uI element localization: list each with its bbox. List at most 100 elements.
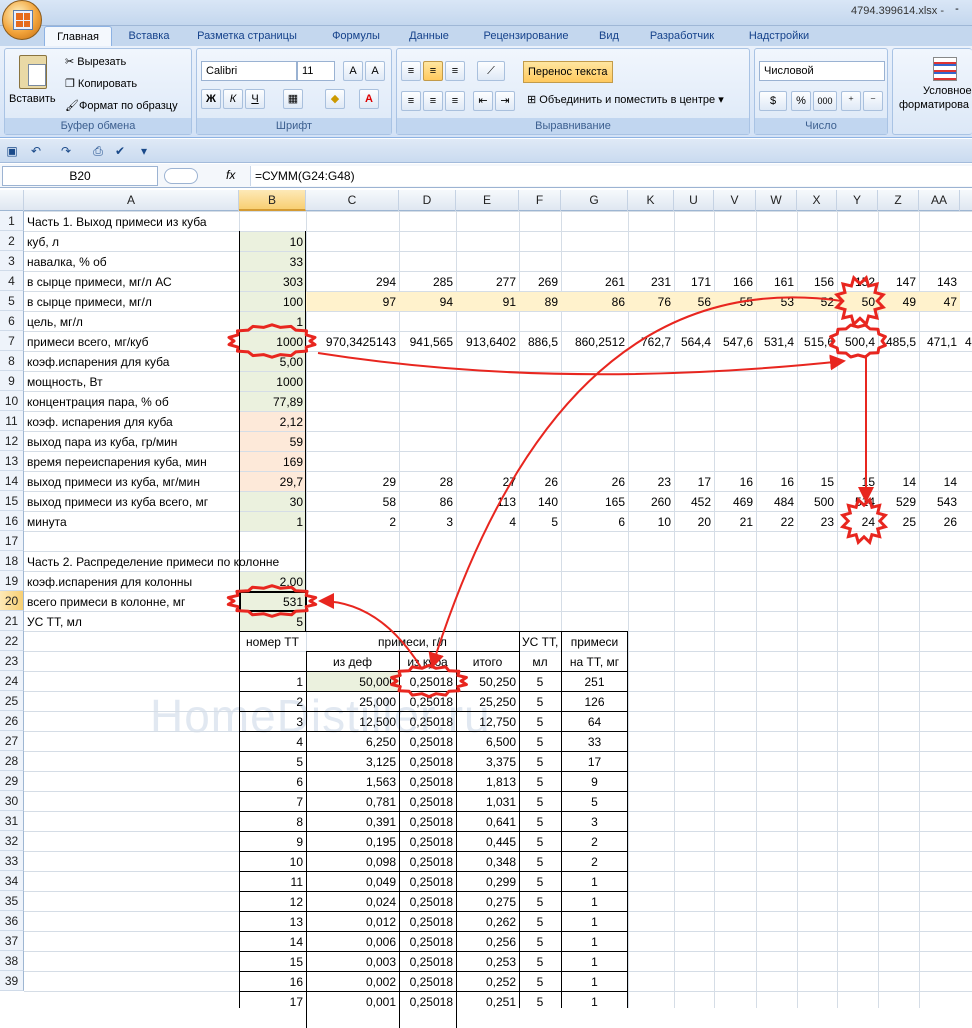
row-header-8[interactable]: 8	[0, 351, 24, 371]
cell-C16[interactable]: 2	[306, 512, 399, 532]
cell-U5[interactable]: 56	[674, 292, 714, 312]
formula-input[interactable]: =СУММ(G24:G48)	[250, 166, 972, 186]
tab-2[interactable]: Разметка страницы	[184, 26, 310, 46]
cell-V15[interactable]: 469	[714, 492, 756, 512]
cell-X15[interactable]: 500	[797, 492, 837, 512]
column-header-F[interactable]: F	[519, 190, 561, 211]
customize-toolbar-icon[interactable]: ▾	[136, 143, 152, 159]
grow-font-button[interactable]: A	[343, 61, 363, 81]
row-header-24[interactable]: 24	[0, 671, 24, 691]
cell-A13[interactable]: время переиспарения куба, мин	[24, 452, 239, 472]
row-header-2[interactable]: 2	[0, 231, 24, 251]
cell-X16[interactable]: 23	[797, 512, 837, 532]
increase-decimal-icon[interactable]: ⁺	[841, 91, 861, 111]
cell-A14[interactable]: выход примеси из куба, мг/мин	[24, 472, 239, 492]
cell-X5[interactable]: 52	[797, 292, 837, 312]
cell-K14[interactable]: 23	[628, 472, 674, 492]
cell-K15[interactable]: 260	[628, 492, 674, 512]
align-middle-icon[interactable]: ≡	[423, 61, 443, 81]
column-header-G[interactable]: G	[561, 190, 628, 211]
font-name-select[interactable]: Calibri	[201, 61, 297, 81]
paste-icon[interactable]	[19, 55, 47, 89]
cut-button[interactable]: ✂ Вырезать	[65, 55, 126, 68]
select-all-corner[interactable]	[0, 190, 24, 211]
cell-V5[interactable]: 55	[714, 292, 756, 312]
cell-F5[interactable]: 89	[519, 292, 561, 312]
conditional-format-label-2[interactable]: форматирова	[899, 99, 969, 111]
cell-A2[interactable]: куб, л	[24, 232, 239, 252]
cell-A4[interactable]: в сырце примеси, мг/л АС	[24, 272, 239, 292]
wrap-text-button[interactable]: Перенос текста	[523, 61, 613, 83]
cell-Y16[interactable]: 24	[837, 512, 878, 532]
row-header-38[interactable]: 38	[0, 951, 24, 971]
cell-Z14[interactable]: 14	[878, 472, 919, 492]
cell-G4[interactable]: 261	[561, 272, 628, 292]
cell-F15[interactable]: 140	[519, 492, 561, 512]
cell-Y4[interactable]: 152	[837, 272, 878, 292]
cell-G5[interactable]: 86	[561, 292, 628, 312]
tab-6[interactable]: Вид	[588, 26, 630, 46]
cell-G14[interactable]: 26	[561, 472, 628, 492]
tab-4[interactable]: Данные	[398, 26, 460, 46]
column-header-W[interactable]: W	[756, 190, 797, 211]
column-header-V[interactable]: V	[714, 190, 756, 211]
cell-AA4[interactable]: 143	[919, 272, 960, 292]
cell-A7[interactable]: примеси всего, мг/куб	[24, 332, 239, 352]
row-header-37[interactable]: 37	[0, 931, 24, 951]
merge-center-button[interactable]: ⊞ Объединить и поместить в центре ▾	[527, 93, 724, 106]
spreadsheet-grid[interactable]: HomeDistiller.ru 1 2 3 4 5 6 7 8 9 10 11 12 13 14 15 16…	[0, 211, 972, 1028]
row-header-17[interactable]: 17	[0, 531, 24, 551]
percent-button[interactable]: %	[791, 91, 811, 111]
cell-Y14[interactable]: 15	[837, 472, 878, 492]
cell-U4[interactable]: 171	[674, 272, 714, 292]
borders-button[interactable]: ▦	[283, 89, 303, 109]
cell-Z16[interactable]: 25	[878, 512, 919, 532]
decrease-decimal-icon[interactable]: ⁻	[863, 91, 883, 111]
cell-E16[interactable]: 4	[456, 512, 519, 532]
row-header-23[interactable]: 23	[0, 651, 24, 671]
cell-U14[interactable]: 17	[674, 472, 714, 492]
align-bottom-icon[interactable]: ≡	[445, 61, 465, 81]
cell-K5[interactable]: 76	[628, 292, 674, 312]
cell-A18[interactable]: Часть 2. Распределение примеси по колонн…	[24, 552, 279, 572]
cell-A8[interactable]: коэф.испарения для куба	[24, 352, 239, 372]
cell-A12[interactable]: выход пара из куба, гр/мин	[24, 432, 239, 452]
tab-5[interactable]: Рецензирование	[468, 26, 584, 46]
align-right-icon[interactable]: ≡	[445, 91, 465, 111]
cell-X4[interactable]: 156	[797, 272, 837, 292]
tab-7[interactable]: Разработчик	[636, 26, 728, 46]
cell-A19[interactable]: коэф.испарения для колонны	[24, 572, 239, 592]
align-center-icon[interactable]: ≡	[423, 91, 443, 111]
cell-Z7[interactable]: 485,5	[878, 332, 919, 352]
column-header-E[interactable]: E	[456, 190, 519, 211]
row-header-9[interactable]: 9	[0, 371, 24, 391]
cell-W16[interactable]: 22	[756, 512, 797, 532]
column-header-B[interactable]: B	[239, 190, 306, 211]
row-header-7[interactable]: 7	[0, 331, 24, 351]
row-header-3[interactable]: 3	[0, 251, 24, 271]
cell-C15[interactable]: 58	[306, 492, 399, 512]
tab-8[interactable]: Надстройки	[734, 26, 824, 46]
cell-G7[interactable]: 860,2512	[561, 332, 628, 352]
row-header-16[interactable]: 16	[0, 511, 24, 531]
cell-D14[interactable]: 28	[399, 472, 456, 492]
row-header-4[interactable]: 4	[0, 271, 24, 291]
cell-F7[interactable]: 886,5	[519, 332, 561, 352]
cell-Z4[interactable]: 147	[878, 272, 919, 292]
cell-F16[interactable]: 5	[519, 512, 561, 532]
currency-icon[interactable]: $	[759, 91, 787, 111]
cell-C5[interactable]: 97	[306, 292, 399, 312]
column-header-X[interactable]: X	[797, 190, 837, 211]
align-top-icon[interactable]: ≡	[401, 61, 421, 81]
cell-F14[interactable]: 26	[519, 472, 561, 492]
cell-X7[interactable]: 515,6	[797, 332, 837, 352]
cell-U16[interactable]: 20	[674, 512, 714, 532]
column-header-AA[interactable]: AA	[919, 190, 960, 211]
cell-U7[interactable]: 564,4	[674, 332, 714, 352]
row-header-22[interactable]: 22	[0, 631, 24, 651]
thousands-button[interactable]: 000	[813, 91, 837, 111]
fx-icon[interactable]: fx	[226, 168, 235, 182]
row-header-26[interactable]: 26	[0, 711, 24, 731]
cell-D4[interactable]: 285	[399, 272, 456, 292]
row-header-25[interactable]: 25	[0, 691, 24, 711]
